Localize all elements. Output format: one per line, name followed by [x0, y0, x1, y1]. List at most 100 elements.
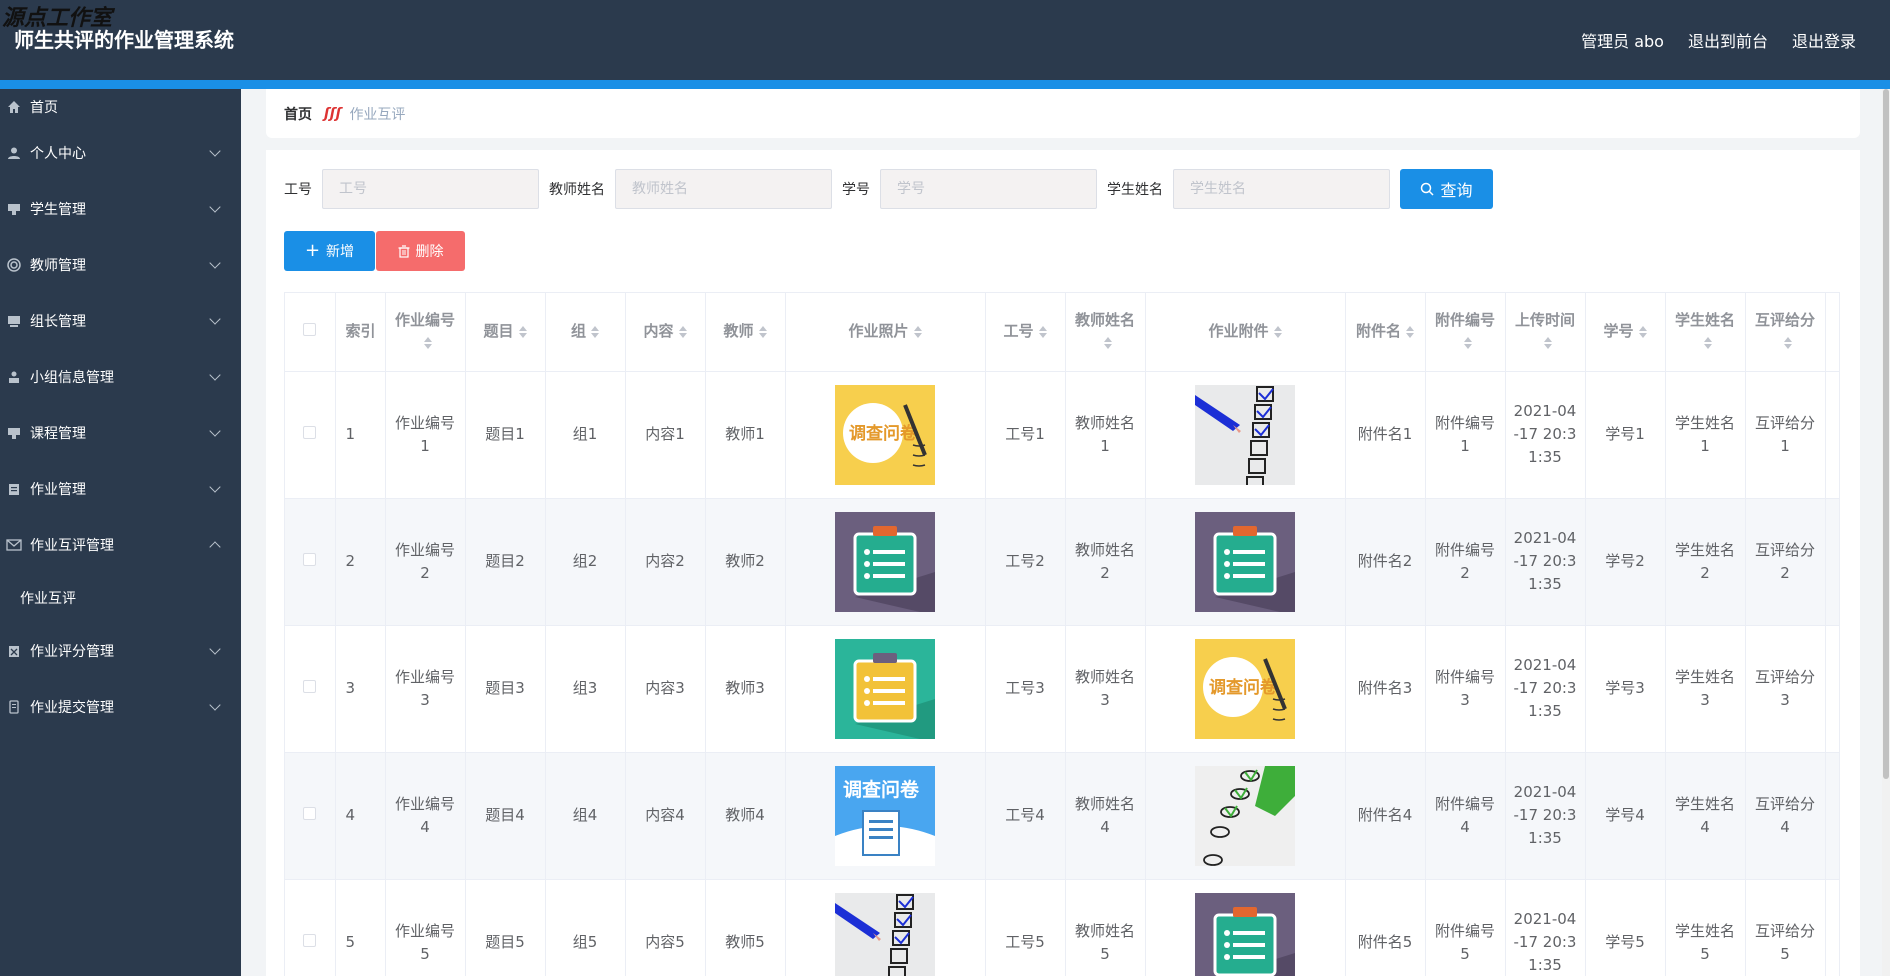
- sidebar-item-courses[interactable]: 课程管理: [0, 405, 241, 461]
- xuehao-input[interactable]: [880, 169, 1097, 209]
- table-header-row: 索引 作业编号 题目 组 内容 教师 作业照片 工号 教师姓名 作业附件 附件名…: [285, 293, 1839, 372]
- checklist-image[interactable]: [835, 892, 935, 976]
- sort-icon[interactable]: [591, 325, 599, 338]
- select-all-checkbox[interactable]: [303, 323, 317, 337]
- row-checkbox[interactable]: [303, 680, 317, 693]
- add-button[interactable]: + 新增: [284, 231, 375, 271]
- col-header-upload-time[interactable]: 上传时间: [1505, 293, 1586, 372]
- row-checkbox[interactable]: [303, 934, 317, 947]
- clipboard-teal-image[interactable]: [835, 638, 935, 739]
- col-header-jiaoshi[interactable]: 教师: [705, 293, 786, 372]
- sidebar-item-homework[interactable]: 作业管理: [0, 461, 241, 517]
- gonghao-input[interactable]: [322, 169, 539, 209]
- cell-fujianbianhao: 附件编号4: [1425, 752, 1506, 880]
- cell-index: 3: [335, 625, 386, 753]
- sort-icon[interactable]: [1783, 337, 1792, 350]
- logout-link[interactable]: 退出登录: [1792, 28, 1856, 52]
- col-header-fujianbianhao[interactable]: 附件编号: [1425, 293, 1506, 372]
- cell-attachment[interactable]: 调查问卷: [1145, 625, 1346, 753]
- col-header-fujianming[interactable]: 附件名: [1345, 293, 1426, 372]
- sort-icon[interactable]: [1103, 337, 1112, 350]
- checkmark-green-image[interactable]: [1195, 765, 1295, 866]
- clipboard-purple-image[interactable]: [835, 511, 935, 612]
- col-header-zu[interactable]: 组: [545, 293, 626, 372]
- table-row[interactable]: 1 作业编号1 题目1 组1 内容1 教师1 调查问卷 工号1 教师姓名1 附件名1 附件编号1 20…: [285, 371, 1839, 499]
- student-name-input[interactable]: [1173, 169, 1390, 209]
- delete-button[interactable]: 删除: [376, 231, 465, 271]
- exit-to-front-link[interactable]: 退出到前台: [1688, 28, 1768, 52]
- sidebar-item-submission[interactable]: 作业提交管理: [0, 679, 241, 735]
- sidebar-item-group-info[interactable]: 小组信息管理: [0, 349, 241, 405]
- cell-attachment[interactable]: [1145, 752, 1346, 880]
- sort-icon[interactable]: [518, 325, 527, 338]
- sidebar-item-label: 作业评分管理: [30, 644, 114, 660]
- cell-attachment[interactable]: [1145, 498, 1346, 626]
- col-header-teacher-name[interactable]: 教师姓名: [1065, 293, 1146, 372]
- cell-photo[interactable]: 调查问卷: [785, 371, 986, 499]
- sidebar-item-home[interactable]: 首页: [0, 89, 241, 125]
- cell-score: 互评给分3: [1745, 625, 1826, 753]
- checklist-image[interactable]: [1195, 384, 1295, 485]
- col-header-student-name[interactable]: 学生姓名: [1665, 293, 1746, 372]
- table-row[interactable]: 2 作业编号2 题目2 组2 内容2 教师2 工号2 教师姓名2 附件名2 附件编号2 2021-0…: [285, 498, 1839, 626]
- sidebar-item-peer-review-mgmt[interactable]: 作业互评管理: [0, 517, 241, 573]
- sort-icon[interactable]: [1406, 325, 1414, 338]
- col-header-neirong[interactable]: 内容: [625, 293, 706, 372]
- col-header-bianhao[interactable]: 作业编号: [385, 293, 466, 372]
- col-header-photo[interactable]: 作业照片: [785, 293, 986, 372]
- page-scrollbar[interactable]: [1882, 89, 1890, 976]
- cell-photo[interactable]: [785, 879, 986, 976]
- col-header-score[interactable]: 互评给分: [1745, 293, 1826, 372]
- survey-image[interactable]: 调查问卷: [835, 384, 935, 485]
- sort-icon[interactable]: [678, 325, 687, 338]
- clipboard-purple-image[interactable]: [1195, 892, 1295, 976]
- cell-photo[interactable]: [785, 498, 986, 626]
- row-checkbox[interactable]: [303, 426, 317, 439]
- sidebar-item-label: 个人中心: [30, 146, 86, 162]
- teacher-name-input[interactable]: [615, 169, 832, 209]
- col-header-attachment[interactable]: 作业附件: [1145, 293, 1346, 372]
- cell-fujianbianhao: 附件编号2: [1425, 498, 1506, 626]
- chevron-down-icon: [209, 313, 221, 325]
- cell-attachment[interactable]: [1145, 371, 1346, 499]
- row-checkbox[interactable]: [303, 807, 317, 820]
- survey-image[interactable]: 调查问卷: [1195, 638, 1295, 739]
- table-row[interactable]: 3 作业编号3 题目3 组3 内容3 教师3 工号3 教师姓名3 调查问卷 附件名3 附件编号3 20…: [285, 625, 1839, 753]
- student-name-label: 学生姓名: [1107, 182, 1163, 198]
- sidebar-item-students[interactable]: 学生管理: [0, 181, 241, 237]
- sidebar-item-group-leaders[interactable]: 组长管理: [0, 293, 241, 349]
- table-row[interactable]: 5 作业编号5 题目5 组5 内容5 教师5 工号5 教师姓名5 附件名5 附件编号5 2021-0…: [285, 879, 1839, 976]
- sidebar: 首页 个人中心 学生管理 教师管理 组长管理 小组信息管理 课程管理 作业管理 …: [0, 89, 241, 976]
- cell-photo[interactable]: [785, 625, 986, 753]
- sort-icon[interactable]: [1703, 337, 1712, 350]
- chevron-down-icon: [209, 699, 221, 711]
- breadcrumb-home[interactable]: 首页: [284, 104, 312, 124]
- col-header-timu[interactable]: 题目: [465, 293, 546, 372]
- col-header-gonghao[interactable]: 工号: [985, 293, 1066, 372]
- query-button[interactable]: 查询: [1400, 169, 1493, 209]
- sort-icon[interactable]: [423, 337, 432, 350]
- table-row[interactable]: 4 作业编号4 题目4 组4 内容4 教师4 调查问卷 工号4 教师姓名4 附件名4 附件编号4 20…: [285, 752, 1839, 880]
- sidebar-item-label: 作业互评管理: [30, 538, 114, 554]
- sidebar-item-label: 教师管理: [30, 258, 86, 274]
- sort-icon[interactable]: [1638, 325, 1647, 338]
- sort-icon[interactable]: [758, 325, 767, 338]
- sort-icon[interactable]: [1463, 337, 1472, 350]
- cell-fujianming: 附件名5: [1345, 879, 1426, 976]
- survey-blue-image[interactable]: 调查问卷: [835, 765, 935, 866]
- row-checkbox[interactable]: [303, 553, 317, 566]
- sort-icon[interactable]: [913, 325, 922, 338]
- scrollbar-thumb[interactable]: [1883, 89, 1889, 779]
- sidebar-subitem-peer-review[interactable]: 作业互评: [0, 573, 241, 623]
- cell-teacher-name: 教师姓名3: [1065, 625, 1146, 753]
- sort-icon[interactable]: [1273, 325, 1282, 338]
- sidebar-item-personal-center[interactable]: 个人中心: [0, 125, 241, 181]
- col-header-xuehao[interactable]: 学号: [1585, 293, 1666, 372]
- sort-icon[interactable]: [1543, 337, 1552, 350]
- sidebar-item-scoring[interactable]: 作业评分管理: [0, 623, 241, 679]
- cell-photo[interactable]: 调查问卷: [785, 752, 986, 880]
- sidebar-item-teachers[interactable]: 教师管理: [0, 237, 241, 293]
- clipboard-purple-image[interactable]: [1195, 511, 1295, 612]
- sort-icon[interactable]: [1038, 325, 1047, 338]
- cell-attachment[interactable]: [1145, 879, 1346, 976]
